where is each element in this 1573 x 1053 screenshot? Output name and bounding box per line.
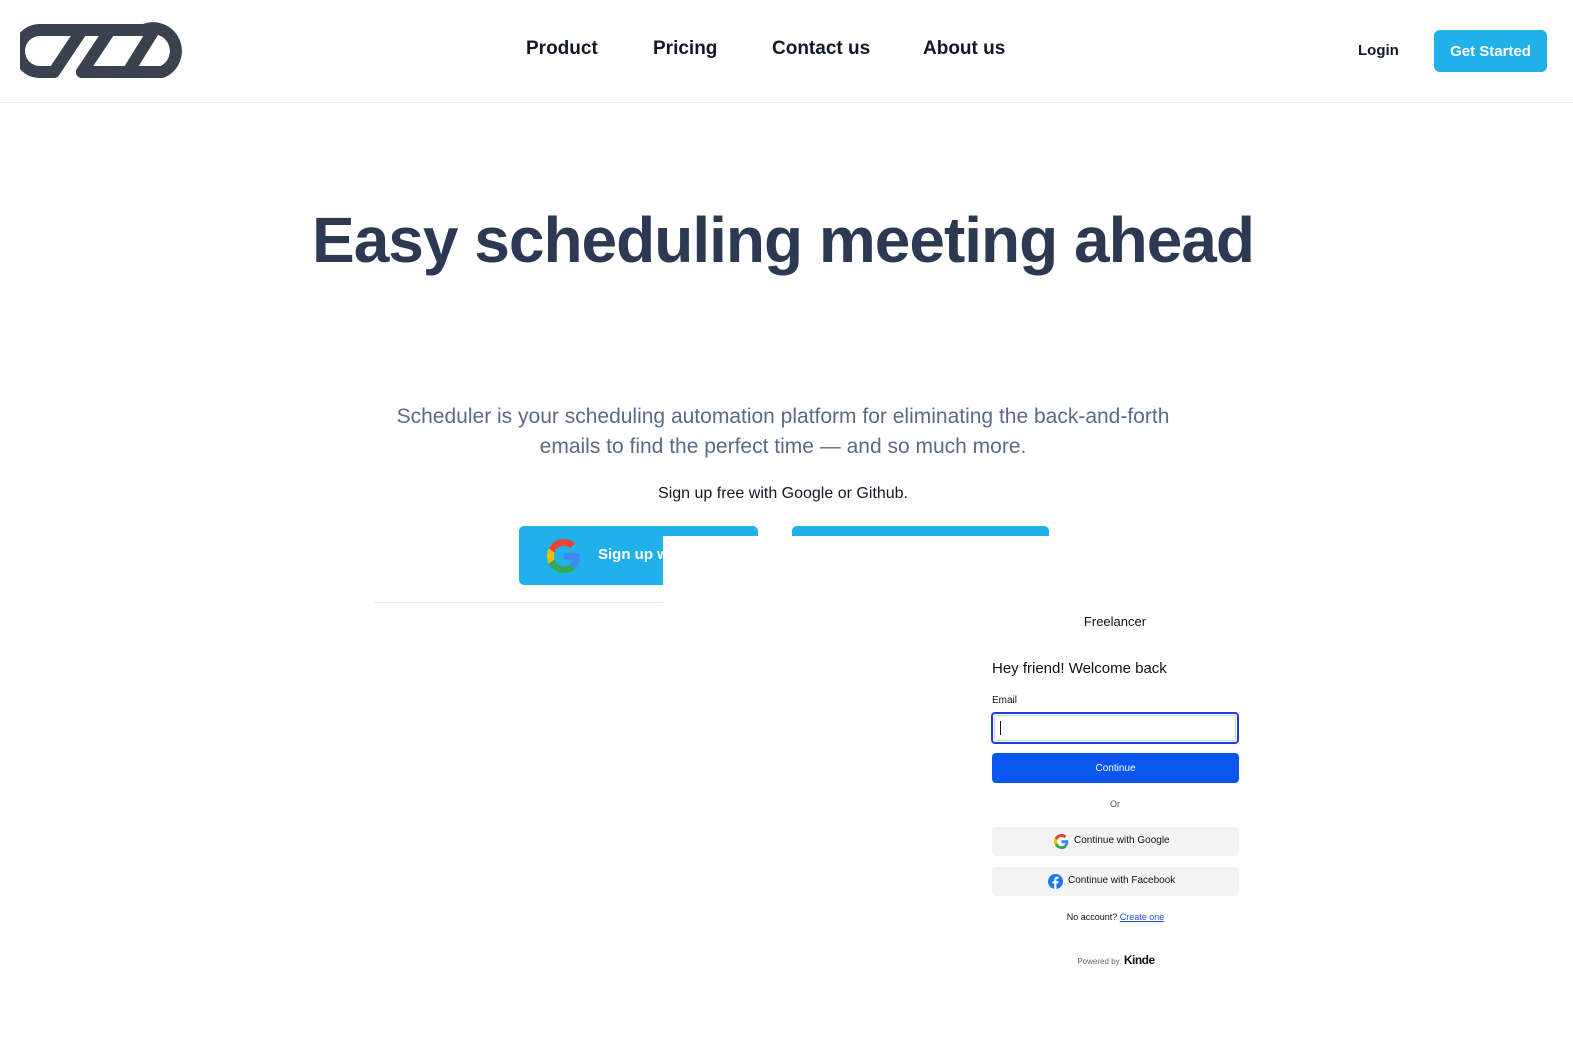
signup-note: Sign up free with Google or Github. xyxy=(658,485,908,502)
get-started-button[interactable]: Get Started xyxy=(1434,30,1547,72)
continue-with-google-label: Continue with Google xyxy=(1074,835,1170,846)
nav-pricing[interactable]: Pricing xyxy=(653,38,717,60)
powered-by-text: Powered by xyxy=(1077,957,1120,966)
no-account-row: No account? Create one xyxy=(992,912,1239,922)
hero-subtitle: Scheduler is your scheduling automation … xyxy=(396,405,1170,458)
email-label: Email xyxy=(992,695,1018,706)
create-account-link[interactable]: Create one xyxy=(1120,912,1165,922)
continue-button[interactable]: Continue xyxy=(992,753,1239,783)
google-icon xyxy=(1054,834,1069,849)
continue-with-google-button[interactable]: Continue with Google xyxy=(992,827,1239,856)
nav-product[interactable]: Product xyxy=(526,38,598,60)
no-account-text: No account? xyxy=(1066,912,1118,922)
continue-with-facebook-label: Continue with Facebook xyxy=(1068,875,1176,886)
nav-about-us[interactable]: About us xyxy=(923,38,1005,60)
auth-welcome-heading: Hey friend! Welcome back xyxy=(992,660,1167,677)
site-header: Product Pricing Contact us About us Logi… xyxy=(0,0,1573,103)
kinde-logo[interactable]: Kinde xyxy=(1124,953,1155,967)
google-icon xyxy=(547,539,581,573)
powered-by: Powered by Kinde xyxy=(1060,953,1172,967)
login-link[interactable]: Login xyxy=(1358,42,1399,59)
or-separator: Or xyxy=(1110,799,1120,809)
hero-title: Easy scheduling meeting ahead xyxy=(312,204,1255,276)
nav-contact-us[interactable]: Contact us xyxy=(772,38,870,60)
auth-brand-name: Freelancer xyxy=(1083,614,1147,629)
text-caret xyxy=(1000,721,1001,735)
continue-with-facebook-button[interactable]: Continue with Facebook xyxy=(992,867,1239,896)
email-field[interactable] xyxy=(991,712,1239,744)
divider xyxy=(374,602,674,603)
facebook-icon xyxy=(1048,874,1063,889)
logo-icon[interactable] xyxy=(20,18,182,84)
